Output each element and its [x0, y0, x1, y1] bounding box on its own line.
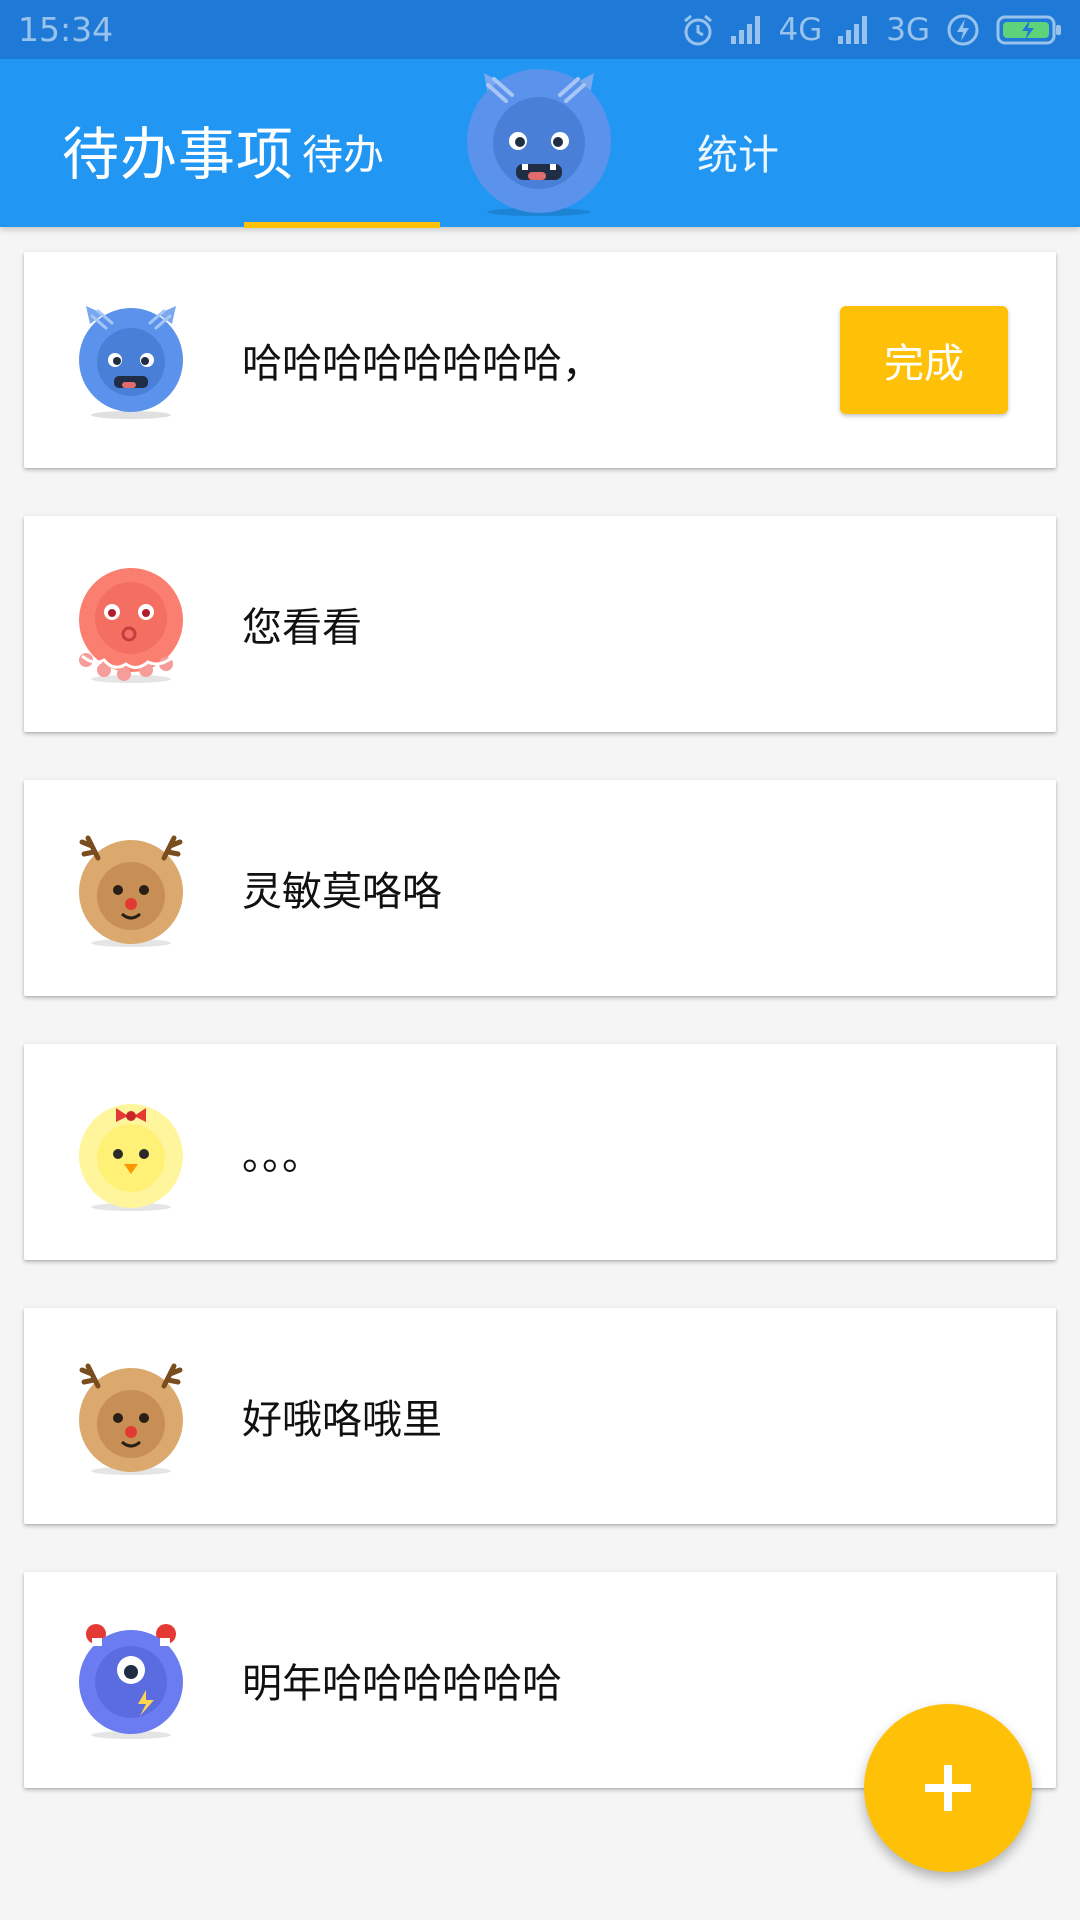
todo-card[interactable]: 。。。 — [24, 1044, 1056, 1260]
network-type-2: 3G — [886, 11, 930, 48]
signal-icon — [838, 15, 868, 44]
reindeer-avatar-icon — [79, 1363, 183, 1475]
todo-card[interactable]: 哈哈哈哈哈哈哈哈， 完成 — [24, 252, 1056, 468]
complete-button[interactable]: 完成 — [840, 306, 1008, 414]
status-time: 15:34 — [18, 10, 114, 49]
todo-text: 您看看 — [242, 605, 362, 651]
battery-icon — [996, 15, 1061, 44]
reindeer-avatar-icon — [79, 835, 183, 947]
todo-text: 哈哈哈哈哈哈哈哈， — [242, 341, 602, 387]
add-todo-button[interactable] — [864, 1704, 1032, 1872]
red-octopus-avatar-icon — [79, 568, 183, 683]
tab-todo[interactable]: 待办 — [302, 121, 384, 181]
network-type-1: 4G — [778, 11, 823, 48]
purple-cyclops-avatar-icon — [79, 1624, 183, 1739]
signal-icon — [730, 15, 760, 44]
status-icons: 4G 3G — [681, 12, 1063, 48]
alarm-icon — [683, 14, 712, 45]
todo-text: 灵敏莫咯咯 — [242, 869, 442, 915]
plus-icon — [925, 1765, 971, 1811]
blue-monster-avatar-icon — [79, 306, 183, 419]
todo-card[interactable]: 您看看 — [24, 516, 1056, 732]
tab-stats[interactable]: 统计 — [697, 121, 779, 181]
blue-monster-avatar-icon[interactable] — [466, 67, 612, 217]
todo-text: 明年哈哈哈哈哈哈 — [242, 1661, 562, 1707]
todo-card[interactable]: 好哦咯哦里 — [24, 1308, 1056, 1524]
tab-indicator — [244, 222, 440, 228]
charging-icon — [947, 14, 979, 45]
yellow-chick-avatar-icon — [79, 1104, 183, 1211]
todo-list: 哈哈哈哈哈哈哈哈， 完成 您看看 灵敏莫咯咯 。。。 好哦咯哦里 明年哈哈哈哈哈… — [24, 252, 1056, 1836]
todo-text: 。。。 — [242, 1133, 322, 1179]
todo-text: 好哦咯哦里 — [242, 1397, 442, 1443]
todo-card[interactable]: 灵敏莫咯咯 — [24, 780, 1056, 996]
status-bar: 15:34 4G 3G — [0, 0, 1080, 59]
page-title: 待办事项 — [62, 122, 294, 188]
